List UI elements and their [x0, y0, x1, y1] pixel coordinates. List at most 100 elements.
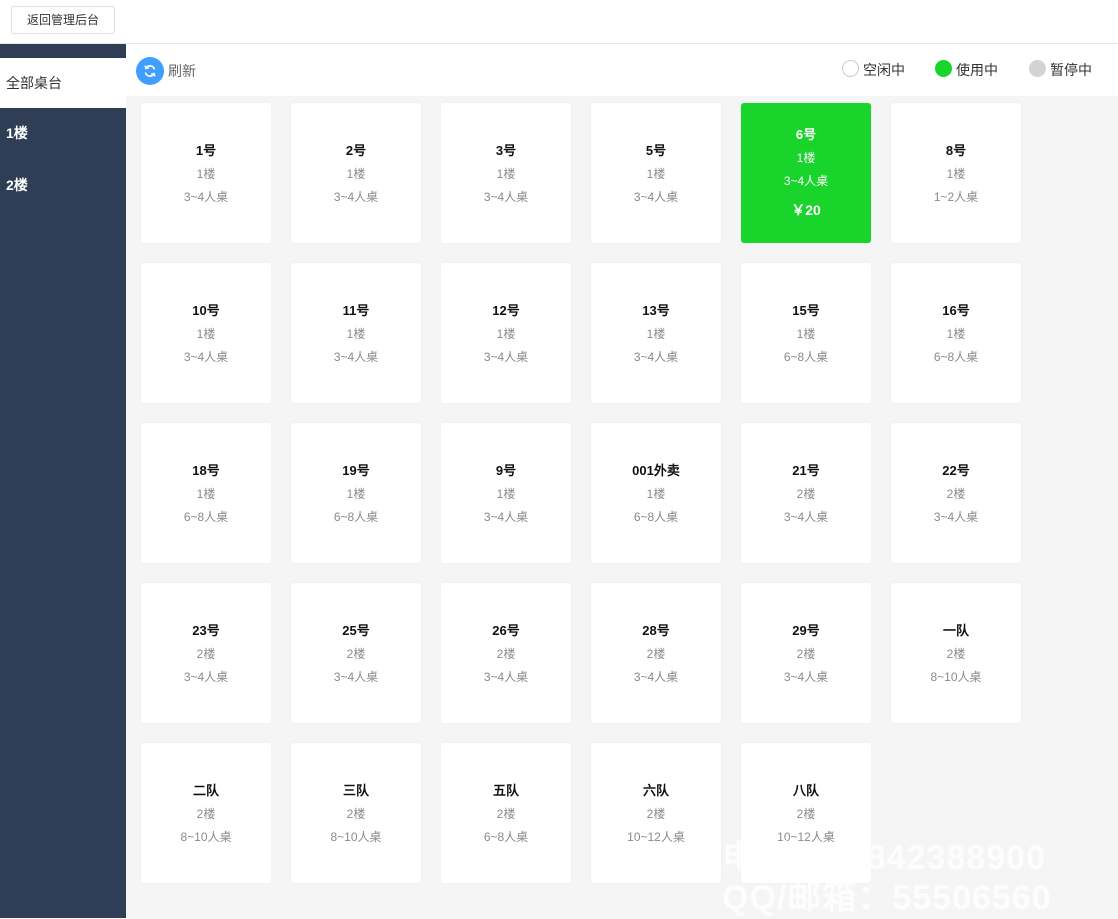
table-name: 8号	[945, 143, 967, 158]
table-capacity: 3~4人桌	[483, 190, 529, 204]
table-capacity: 10~12人桌	[627, 830, 685, 844]
table-capacity: 6~8人桌	[483, 830, 529, 844]
table-capacity: 6~8人桌	[633, 510, 679, 524]
table-capacity: 3~4人桌	[783, 670, 829, 684]
table-card[interactable]: 六队 2楼 10~12人桌	[591, 743, 721, 883]
table-floor: 2楼	[646, 647, 666, 661]
table-floor: 1楼	[196, 327, 216, 341]
table-floor: 1楼	[346, 487, 366, 501]
table-floor: 1楼	[496, 327, 516, 341]
table-floor: 1楼	[796, 151, 816, 165]
back-to-admin-button[interactable]: 返回管理后台	[11, 6, 115, 34]
table-card[interactable]: 29号 2楼 3~4人桌	[741, 583, 871, 723]
table-card[interactable]: 一队 2楼 8~10人桌	[891, 583, 1021, 723]
sidebar-item-floor-2[interactable]: 2楼	[0, 160, 126, 210]
table-card[interactable]: 二队 2楼 8~10人桌	[141, 743, 271, 883]
table-card[interactable]: 五队 2楼 6~8人桌	[441, 743, 571, 883]
table-capacity: 3~4人桌	[483, 670, 529, 684]
table-capacity: 3~4人桌	[933, 510, 979, 524]
refresh-button-label[interactable]: 刷新	[168, 61, 196, 81]
table-card[interactable]: 16号 1楼 6~8人桌	[891, 263, 1021, 403]
table-name: 12号	[492, 303, 520, 318]
table-price: ￥20	[791, 202, 821, 218]
table-floor: 2楼	[796, 487, 816, 501]
table-floor: 1楼	[646, 327, 666, 341]
table-capacity: 8~10人桌	[330, 830, 382, 844]
table-card[interactable]: 9号 1楼 3~4人桌	[441, 423, 571, 563]
table-card[interactable]: 001外卖 1楼 6~8人桌	[591, 423, 721, 563]
table-name: 18号	[192, 463, 220, 478]
table-floor: 2楼	[346, 647, 366, 661]
table-name: 5号	[645, 143, 667, 158]
table-floor: 2楼	[946, 487, 966, 501]
table-capacity: 1~2人桌	[933, 190, 979, 204]
table-name: 五队	[492, 783, 519, 798]
table-name: 22号	[942, 463, 970, 478]
table-card[interactable]: 26号 2楼 3~4人桌	[441, 583, 571, 723]
table-name: 21号	[792, 463, 820, 478]
table-card[interactable]: 3号 1楼 3~4人桌	[441, 103, 571, 243]
table-card[interactable]: 11号 1楼 3~4人桌	[291, 263, 421, 403]
sidebar-item-all-tables[interactable]: 全部桌台	[0, 58, 126, 108]
table-capacity: 3~4人桌	[483, 510, 529, 524]
table-card[interactable]: 三队 2楼 8~10人桌	[291, 743, 421, 883]
table-name: 11号	[342, 303, 370, 318]
table-name: 2号	[345, 143, 367, 158]
table-card[interactable]: 1号 1楼 3~4人桌	[141, 103, 271, 243]
table-card[interactable]: 12号 1楼 3~4人桌	[441, 263, 571, 403]
table-floor: 1楼	[196, 167, 216, 181]
table-floor: 1楼	[346, 327, 366, 341]
table-floor: 2楼	[646, 807, 666, 821]
paused-status-dot-icon	[1029, 60, 1046, 77]
table-capacity: 8~10人桌	[930, 670, 982, 684]
table-card[interactable]: 10号 1楼 3~4人桌	[141, 263, 271, 403]
table-card[interactable]: 21号 2楼 3~4人桌	[741, 423, 871, 563]
table-name: 3号	[495, 143, 517, 158]
table-capacity: 3~4人桌	[633, 350, 679, 364]
refresh-icon[interactable]	[136, 57, 164, 85]
table-name: 1号	[195, 143, 217, 158]
table-capacity: 6~8人桌	[183, 510, 229, 524]
legend-paused-label: 暂停中	[1050, 62, 1092, 78]
sidebar-item-floor-1[interactable]: 1楼	[0, 108, 126, 158]
table-name: 16号	[942, 303, 970, 318]
legend-idle-label: 空闲中	[863, 62, 905, 78]
table-floor: 2楼	[346, 807, 366, 821]
table-name: 28号	[642, 623, 670, 638]
watermark-qq: QQ/邮箱：55506560	[722, 879, 1052, 917]
table-card[interactable]: 6号 1楼 3~4人桌 ￥20	[741, 103, 871, 243]
table-card[interactable]: 2号 1楼 3~4人桌	[291, 103, 421, 243]
table-card[interactable]: 8号 1楼 1~2人桌	[891, 103, 1021, 243]
table-floor: 1楼	[646, 487, 666, 501]
table-capacity: 3~4人桌	[333, 670, 379, 684]
table-card[interactable]: 13号 1楼 3~4人桌	[591, 263, 721, 403]
table-card[interactable]: 25号 2楼 3~4人桌	[291, 583, 421, 723]
table-card[interactable]: 28号 2楼 3~4人桌	[591, 583, 721, 723]
table-card[interactable]: 18号 1楼 6~8人桌	[141, 423, 271, 563]
table-card[interactable]: 5号 1楼 3~4人桌	[591, 103, 721, 243]
table-floor: 1楼	[496, 487, 516, 501]
table-card[interactable]: 22号 2楼 3~4人桌	[891, 423, 1021, 563]
table-name: 23号	[192, 623, 220, 638]
table-grid: 1号 1楼 3~4人桌 2号 1楼 3~4人桌 3号 1楼 3~4人桌 5号 1楼 3~4人桌 6号 1楼…	[126, 96, 1118, 918]
table-name: 9号	[495, 463, 517, 478]
table-card[interactable]: 15号 1楼 6~8人桌	[741, 263, 871, 403]
refresh-arrows-icon	[144, 65, 156, 77]
table-card[interactable]: 23号 2楼 3~4人桌	[141, 583, 271, 723]
table-name: 25号	[342, 623, 370, 638]
table-capacity: 3~4人桌	[633, 670, 679, 684]
table-capacity: 3~4人桌	[783, 174, 829, 188]
table-floor: 2楼	[196, 647, 216, 661]
table-card[interactable]: 19号 1楼 6~8人桌	[291, 423, 421, 563]
table-capacity: 6~8人桌	[783, 350, 829, 364]
table-capacity: 8~10人桌	[180, 830, 232, 844]
table-capacity: 3~4人桌	[633, 190, 679, 204]
table-capacity: 3~4人桌	[333, 350, 379, 364]
table-name: 26号	[492, 623, 520, 638]
table-floor: 2楼	[496, 647, 516, 661]
table-name: 六队	[642, 783, 669, 798]
table-name: 10号	[192, 303, 220, 318]
sidebar: 全部桌台 1楼 2楼	[0, 44, 126, 918]
table-name: 二队	[192, 783, 219, 798]
table-floor: 1楼	[496, 167, 516, 181]
